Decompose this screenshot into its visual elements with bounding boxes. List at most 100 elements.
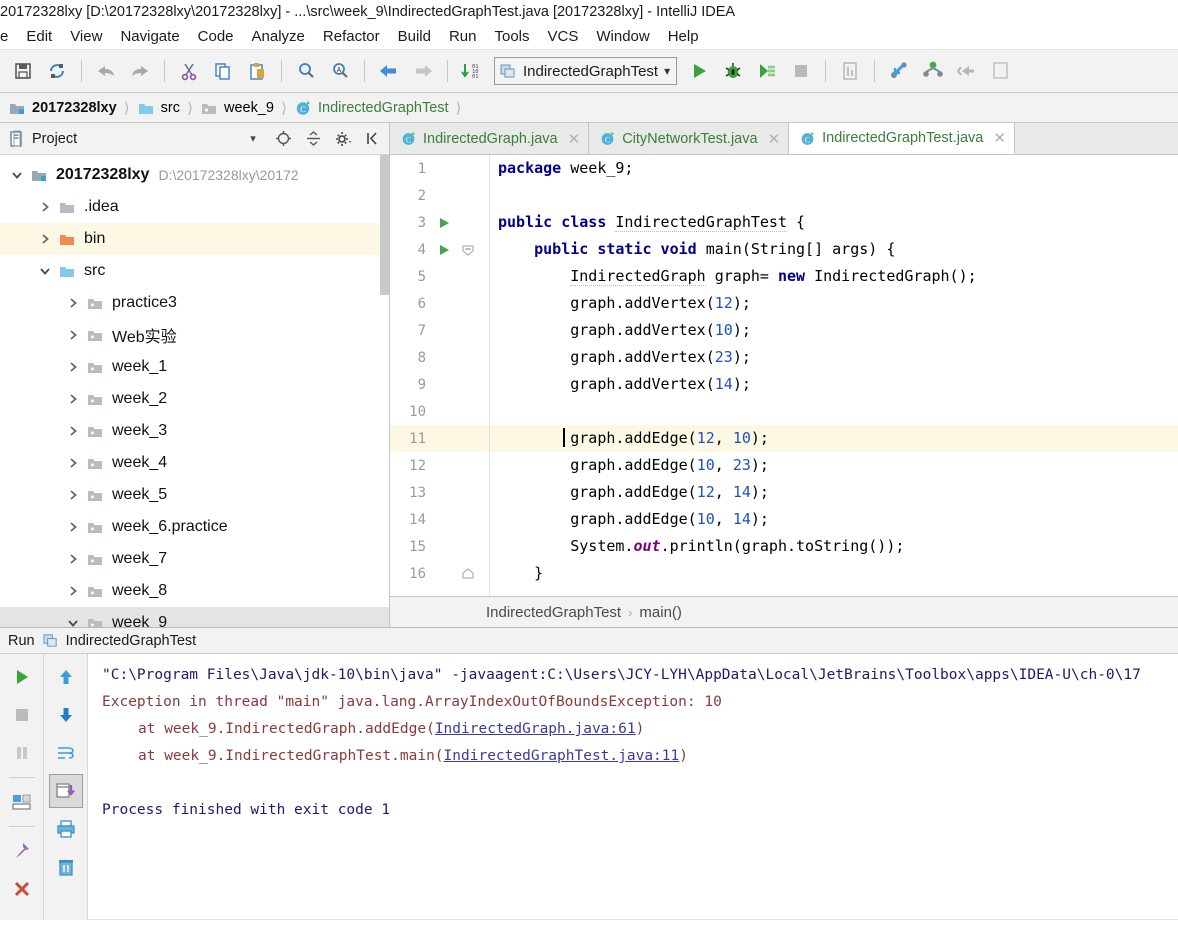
vcs-update-icon[interactable]: [882, 54, 916, 88]
twisty-closed-icon[interactable]: [62, 543, 84, 575]
fold-open-icon[interactable]: [456, 243, 480, 257]
replace-icon[interactable]: A: [323, 54, 357, 88]
tree-row-week-3[interactable]: week_3: [0, 415, 389, 447]
tree-row-week-1[interactable]: week_1: [0, 351, 389, 383]
cut-icon[interactable]: [172, 54, 206, 88]
twisty-open-icon[interactable]: [62, 607, 84, 627]
twisty-closed-icon[interactable]: [62, 383, 84, 415]
tree-row-week-2[interactable]: week_2: [0, 383, 389, 415]
redo-icon[interactable]: [123, 54, 157, 88]
twisty-closed-icon[interactable]: [62, 447, 84, 479]
compile-icon[interactable]: 01 10 01: [455, 54, 489, 88]
pause-icon[interactable]: [5, 736, 39, 770]
locate-icon[interactable]: [271, 127, 295, 151]
scroll-to-end-icon[interactable]: [48, 774, 83, 808]
close-icon[interactable]: ✕: [568, 130, 581, 148]
tab-indirected-graph[interactable]: C IndirectedGraph.java ✕: [390, 123, 590, 154]
menu-build[interactable]: Build: [389, 24, 440, 50]
menu-navigate[interactable]: Navigate: [111, 24, 188, 50]
save-all-icon[interactable]: [6, 54, 40, 88]
twisty-open-icon[interactable]: [34, 255, 56, 287]
tree-row-week-7[interactable]: week_7: [0, 543, 389, 575]
menu-analyze[interactable]: Analyze: [243, 24, 314, 50]
paste-icon[interactable]: [240, 54, 274, 88]
tree-row-idea[interactable]: .idea: [0, 191, 389, 223]
tree-row-practice3[interactable]: practice3: [0, 287, 389, 319]
sync-refresh-icon[interactable]: [40, 54, 74, 88]
editor-gutter[interactable]: 1 2 3 4 5 6 7 8 9 10 11 12 13 14 15 16: [390, 155, 490, 596]
tree-row-web-experiment[interactable]: Web实验: [0, 319, 389, 351]
up-arrow-icon[interactable]: [49, 660, 83, 694]
twisty-closed-icon[interactable]: [34, 191, 56, 223]
pin-tab-icon[interactable]: [5, 834, 39, 868]
close-icon[interactable]: ✕: [768, 130, 781, 148]
run-icon[interactable]: [682, 54, 716, 88]
tree-row-week-4[interactable]: week_4: [0, 447, 389, 479]
menu-code[interactable]: Code: [189, 24, 243, 50]
soft-wrap-icon[interactable]: [49, 736, 83, 770]
tree-row-week-6-practice[interactable]: week_6.practice: [0, 511, 389, 543]
run-with-coverage-icon[interactable]: [750, 54, 784, 88]
tree-row-week-5[interactable]: week_5: [0, 479, 389, 511]
print-icon[interactable]: [49, 812, 83, 846]
profiler-icon[interactable]: [833, 54, 867, 88]
menu-edit[interactable]: Edit: [17, 24, 61, 50]
gear-icon[interactable]: [331, 127, 355, 151]
stacktrace-link[interactable]: IndirectedGraph.java:61: [435, 721, 636, 737]
chevron-down-icon[interactable]: ▾: [241, 127, 265, 151]
copy-icon[interactable]: [206, 54, 240, 88]
run-gutter-icon[interactable]: [432, 216, 456, 230]
breadcrumb-class-name[interactable]: IndirectedGraphTest: [486, 604, 621, 621]
fold-close-icon[interactable]: [456, 567, 480, 581]
stop-icon[interactable]: [784, 54, 818, 88]
tree-row-bin[interactable]: bin: [0, 223, 389, 255]
breadcrumb-package[interactable]: week_9: [196, 93, 278, 122]
menu-vcs[interactable]: VCS: [539, 24, 588, 50]
twisty-closed-icon[interactable]: [62, 479, 84, 511]
menu-file[interactable]: e: [0, 24, 17, 50]
settings-icon[interactable]: [984, 54, 1018, 88]
console-output[interactable]: "C:\Program Files\Java\jdk-10\bin\java" …: [88, 654, 1178, 920]
chevron-down-icon[interactable]: ▾: [664, 64, 670, 78]
twisty-closed-icon[interactable]: [62, 575, 84, 607]
menu-refactor[interactable]: Refactor: [314, 24, 389, 50]
back-icon[interactable]: [372, 54, 406, 88]
menu-view[interactable]: View: [61, 24, 111, 50]
code-editor[interactable]: 1 2 3 4 5 6 7 8 9 10 11 12 13 14 15 16 p…: [390, 155, 1178, 596]
rerun-icon[interactable]: [5, 660, 39, 694]
twisty-closed-icon[interactable]: [62, 319, 84, 351]
vcs-push-icon[interactable]: [950, 54, 984, 88]
vcs-commit-icon[interactable]: [916, 54, 950, 88]
debug-icon[interactable]: [716, 54, 750, 88]
down-arrow-icon[interactable]: [49, 698, 83, 732]
twisty-closed-icon[interactable]: [62, 511, 84, 543]
tab-indirected-graph-test[interactable]: C IndirectedGraphTest.java ✕: [789, 123, 1015, 154]
undo-icon[interactable]: [89, 54, 123, 88]
tree-row-week-9[interactable]: week_9: [0, 607, 389, 627]
tree-row-project-root[interactable]: 20172328lxy D:\20172328lxy\20172: [0, 159, 389, 191]
twisty-closed-icon[interactable]: [62, 287, 84, 319]
tab-city-network-test[interactable]: C CityNetworkTest.java ✕: [589, 123, 790, 154]
code-text-area[interactable]: package week_9; public class IndirectedG…: [490, 155, 1178, 596]
breadcrumb-src[interactable]: src: [133, 93, 184, 122]
breadcrumb-method-name[interactable]: main(): [639, 604, 682, 621]
menu-run[interactable]: Run: [440, 24, 486, 50]
twisty-closed-icon[interactable]: [34, 223, 56, 255]
search-icon[interactable]: [289, 54, 323, 88]
tree-row-src[interactable]: src: [0, 255, 389, 287]
menu-help[interactable]: Help: [659, 24, 708, 50]
close-icon[interactable]: ✕: [993, 129, 1006, 147]
clear-all-icon[interactable]: [49, 850, 83, 884]
project-tree[interactable]: 20172328lxy D:\20172328lxy\20172 .idea b…: [0, 155, 389, 627]
project-tree-scrollbar[interactable]: [380, 155, 389, 295]
tree-row-week-8[interactable]: week_8: [0, 575, 389, 607]
menu-tools[interactable]: Tools: [485, 24, 538, 50]
menu-window[interactable]: Window: [587, 24, 658, 50]
collapse-all-icon[interactable]: [301, 127, 325, 151]
twisty-open-icon[interactable]: [6, 159, 28, 191]
breadcrumb-project[interactable]: 20172328lxy: [4, 93, 121, 122]
stacktrace-link[interactable]: IndirectedGraphTest.java:11: [444, 748, 680, 764]
twisty-closed-icon[interactable]: [62, 351, 84, 383]
hide-panel-icon[interactable]: [361, 127, 385, 151]
breadcrumb-class[interactable]: C IndirectedGraphTest: [290, 93, 453, 122]
